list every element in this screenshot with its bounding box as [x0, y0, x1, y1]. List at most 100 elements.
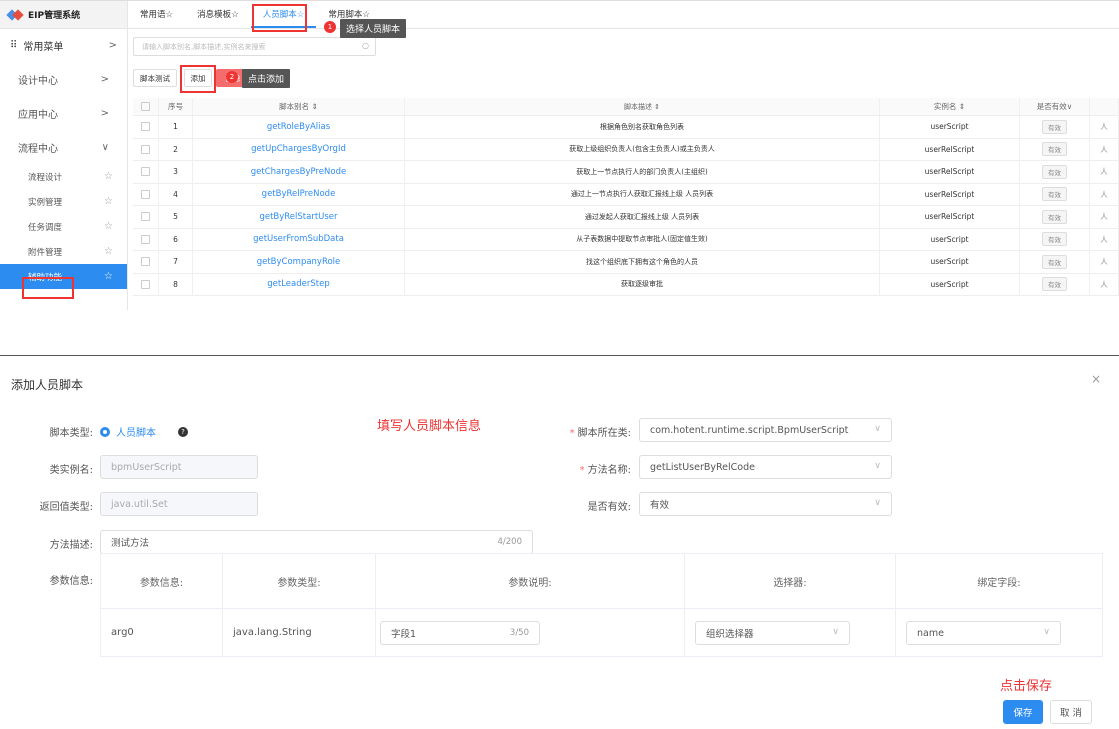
radio-selected-icon[interactable]	[100, 426, 110, 437]
top-screenshot: EIP管理系统 ⠿ 常用菜单 > 设计中心 > 应用中心 > 流程中心 ∨ 流程…	[0, 0, 1119, 310]
row-more[interactable]: 人	[1090, 273, 1119, 295]
table-row[interactable]: 4 getByRelPreNode 通过上一节点执行人获取汇报线上级 人员列表 use…	[133, 183, 1119, 206]
cancel-button[interactable]: 取 消	[1050, 700, 1092, 724]
checkbox[interactable]	[141, 257, 150, 267]
star-icon[interactable]: ☆	[104, 196, 113, 207]
star-icon[interactable]: ☆	[104, 271, 113, 282]
script-test-button[interactable]: 脚本测试	[133, 69, 177, 87]
sidebar-subitem-task[interactable]: 任务调度 ☆	[0, 214, 127, 239]
param-desc-input[interactable]: 字段1 3/50	[380, 621, 540, 645]
instance-name-field: bpmUserScript	[100, 455, 258, 479]
method-name-select[interactable]: getListUserByRelCode ∨	[639, 455, 892, 479]
annotation-click-save: 点击保存	[1000, 679, 1053, 694]
is-valid-select[interactable]: 有效 ∨	[639, 492, 892, 516]
sidebar-subitem-instance[interactable]: 实例管理 ☆	[0, 189, 127, 214]
search-icon[interactable]: ○	[362, 41, 369, 50]
row-more[interactable]: 人	[1090, 206, 1119, 228]
row-alias-link[interactable]: getByRelStartUser	[193, 206, 405, 228]
script-class-select[interactable]: com.hotent.runtime.script.BpmUserScript …	[639, 418, 892, 442]
row-more[interactable]: 人	[1090, 161, 1119, 183]
row-valid-cell: 有效	[1020, 273, 1090, 295]
chevron-right-icon: >	[108, 40, 117, 51]
sidebar-subitem-label: 实例管理	[28, 197, 63, 208]
label-text: 方法名称:	[587, 465, 631, 476]
save-button[interactable]: 保存	[1003, 700, 1043, 724]
row-desc: 获取上级组织负责人(包含主负责人)或主负责人	[405, 138, 880, 160]
param-bind-select[interactable]: name ∨	[906, 621, 1061, 645]
sidebar-common-menu[interactable]: ⠿ 常用菜单 >	[0, 29, 127, 62]
param-selector-value: 组织选择器	[706, 629, 754, 640]
table-row[interactable]: 8 getLeaderStep 获取逐级审批 userScript 有效 人	[133, 273, 1119, 296]
callout-click-add: 点击添加	[242, 69, 291, 88]
row-alias-link[interactable]: getLeaderStep	[193, 273, 405, 295]
checkbox[interactable]	[141, 234, 150, 244]
script-class-label: * 脚本所在类:	[569, 428, 631, 439]
header-inst[interactable]: 实例名 ⇕	[880, 98, 1020, 115]
checkbox-cell	[133, 161, 159, 183]
param-bind-cell: name ∨	[896, 609, 1102, 656]
row-more[interactable]: 人	[1090, 228, 1119, 250]
header-more	[1090, 98, 1119, 115]
row-no: 7	[159, 251, 193, 273]
param-selector-select[interactable]: 组织选择器 ∨	[695, 621, 850, 645]
callout-select-script: 选择人员脚本	[340, 19, 407, 38]
method-desc-input[interactable]: 测试方法 4/200	[100, 530, 533, 554]
row-more[interactable]: 人	[1090, 183, 1119, 205]
radio-label: 人员脚本	[116, 428, 156, 439]
star-icon[interactable]: ☆	[104, 221, 113, 232]
chevron-down-icon: ∨	[874, 424, 881, 434]
sidebar-item-app[interactable]: 应用中心 >	[0, 96, 127, 130]
checkbox[interactable]	[141, 144, 150, 154]
row-alias-link[interactable]: getByCompanyRole	[193, 251, 405, 273]
status-badge: 有效	[1042, 254, 1067, 269]
checkbox[interactable]	[141, 212, 150, 222]
header-valid[interactable]: 是否有效∨	[1020, 98, 1090, 115]
sidebar-item-design[interactable]: 设计中心 >	[0, 62, 127, 96]
checkbox[interactable]	[141, 122, 150, 132]
table-row[interactable]: 2 getUpChargesByOrgId 获取上级组织负责人(包含主负责人)或主负…	[133, 138, 1119, 161]
table-row[interactable]: 5 getByRelStartUser 通过发起人获取汇报线上级 人员列表 userR…	[133, 206, 1119, 229]
header-alias[interactable]: 脚本别名 ⇕	[193, 98, 405, 115]
sidebar-item-flow[interactable]: 流程中心 ∨	[0, 130, 127, 164]
checkbox[interactable]	[141, 279, 150, 289]
row-more[interactable]: 人	[1090, 251, 1119, 273]
checkbox-cell	[133, 116, 159, 138]
method-desc-label: 方法描述:	[49, 540, 93, 551]
row-alias-link[interactable]: getUpChargesByOrgId	[193, 138, 405, 160]
row-alias-link[interactable]: getUserFromSubData	[193, 228, 405, 250]
row-alias-link[interactable]: getChargesByPreNode	[193, 161, 405, 183]
params-row: arg0 java.lang.String 字段1 3/50 组织选择器 ∨ n…	[101, 609, 1102, 657]
close-icon[interactable]: ×	[1091, 372, 1101, 386]
script-type-label: 脚本类型:	[49, 428, 93, 439]
row-more[interactable]: 人	[1090, 138, 1119, 160]
table-row[interactable]: 1 getRoleByAlias 根据角色别名获取角色列表 userScript 有效 人	[133, 116, 1119, 139]
star-icon[interactable]: ☆	[104, 171, 113, 182]
checkbox[interactable]	[141, 167, 150, 177]
table-row[interactable]: 6 getUserFromSubData 从子表数据中提取节点审批人(固定值生效) u…	[133, 228, 1119, 251]
row-no: 3	[159, 161, 193, 183]
tab-common-phrases[interactable]: 常用语☆	[128, 8, 185, 28]
table-row[interactable]: 7 getByCompanyRole 找这个组织底下拥有这个角色的人员 userScr…	[133, 251, 1119, 274]
status-badge: 有效	[1042, 209, 1067, 224]
row-more[interactable]: 人	[1090, 116, 1119, 138]
tab-message-templates[interactable]: 消息模板☆	[185, 8, 251, 28]
checkbox[interactable]	[141, 189, 150, 199]
param-header-selector: 选择器:	[685, 554, 896, 608]
param-name: arg0	[101, 609, 223, 656]
checkbox[interactable]	[141, 102, 150, 111]
row-no: 4	[159, 183, 193, 205]
star-icon[interactable]: ☆	[104, 246, 113, 257]
sidebar-subitem-flow-design[interactable]: 流程设计 ☆	[0, 164, 127, 189]
header-desc[interactable]: 脚本描述 ⇕	[405, 98, 880, 115]
sidebar-subitem-attachment[interactable]: 附件管理 ☆	[0, 239, 127, 264]
search-input[interactable]: 请输入脚本别名,脚本描述,实例名来搜索 ○	[133, 37, 376, 56]
chevron-down-icon: ∨	[101, 141, 109, 153]
row-inst: userRelScript	[880, 206, 1020, 228]
checkbox-cell	[133, 228, 159, 250]
row-alias-link[interactable]: getRoleByAlias	[193, 116, 405, 138]
table-row[interactable]: 3 getChargesByPreNode 获取上一节点执行人的部门负责人(主组织)…	[133, 161, 1119, 184]
status-badge: 有效	[1042, 232, 1067, 247]
script-type-radio[interactable]: 人员脚本 ?	[100, 424, 188, 439]
row-alias-link[interactable]: getByRelPreNode	[193, 183, 405, 205]
help-icon[interactable]: ?	[178, 426, 188, 437]
